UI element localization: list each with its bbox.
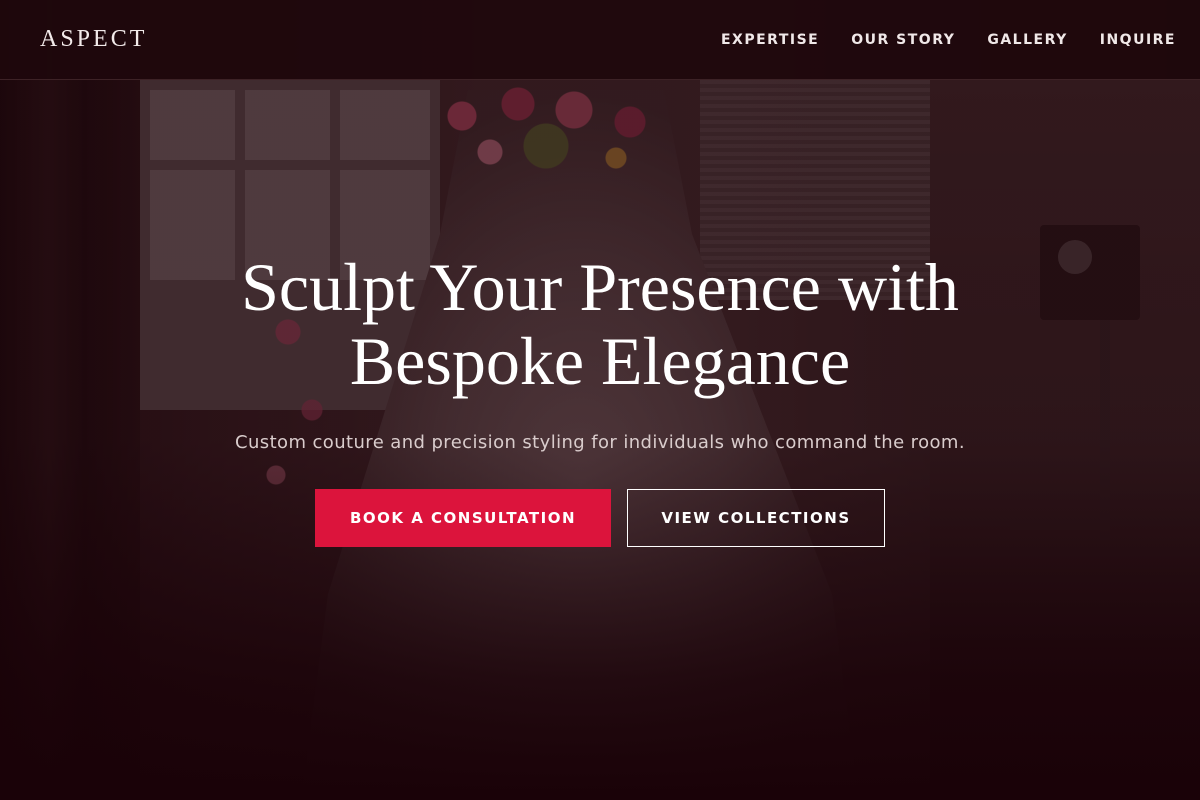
nav-link-expertise[interactable]: EXPERTISE — [721, 32, 819, 48]
nav-link-inquire[interactable]: INQUIRE — [1100, 32, 1176, 48]
cta-group: BOOK A CONSULTATION VIEW COLLECTIONS — [0, 489, 1200, 547]
hero-headline: Sculpt Your Presence with Bespoke Elegan… — [0, 250, 1200, 398]
hero-headline-line1: Sculpt Your Presence with — [241, 249, 959, 325]
hero-section: Sculpt Your Presence with Bespoke Elegan… — [0, 250, 1200, 453]
nav-link-our-story[interactable]: OUR STORY — [851, 32, 955, 48]
view-collections-button[interactable]: VIEW COLLECTIONS — [627, 489, 885, 547]
brand-logo[interactable]: ASPECT — [40, 26, 147, 53]
hero-headline-line2: Bespoke Elegance — [349, 323, 851, 399]
book-consultation-button[interactable]: BOOK A CONSULTATION — [315, 489, 611, 547]
site-header: ASPECT EXPERTISE OUR STORY GALLERY INQUI… — [0, 0, 1200, 80]
main-nav: EXPERTISE OUR STORY GALLERY INQUIRE — [721, 32, 1176, 48]
nav-link-gallery[interactable]: GALLERY — [987, 32, 1067, 48]
hero-subheadline: Custom couture and precision styling for… — [235, 432, 965, 453]
